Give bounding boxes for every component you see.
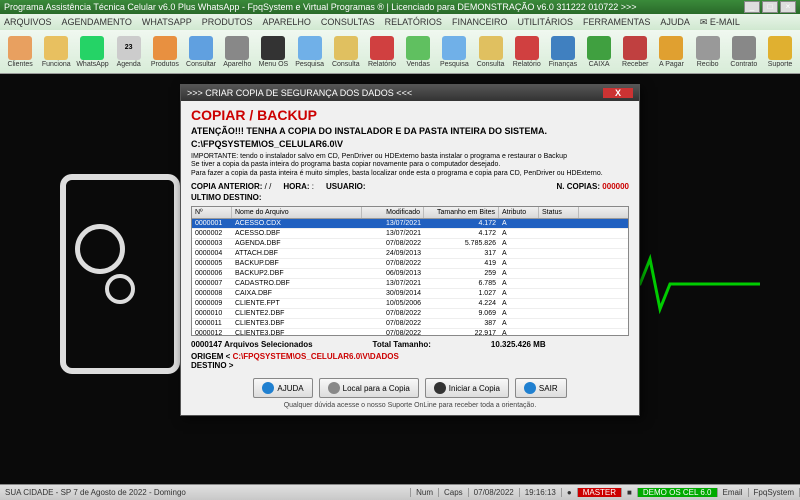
toolbar-button[interactable]: Funciona: [38, 36, 74, 68]
column-header[interactable]: Atributo: [499, 207, 539, 218]
column-header[interactable]: Modificado: [362, 207, 424, 218]
total-size: 10.325.426 MB: [491, 340, 546, 349]
toolbar-button[interactable]: CAIXA: [581, 36, 617, 68]
table-row[interactable]: 0000002ACESSO.DBF13/07/20214.172A: [192, 229, 628, 239]
toolbar-button[interactable]: A Pagar: [653, 36, 689, 68]
bg-gear-icon: [105, 274, 135, 304]
files-table[interactable]: NºNome do ArquivoModificadoTamanho em Bi…: [191, 206, 629, 336]
menu-item[interactable]: WHATSAPP: [142, 17, 192, 27]
toolbar-button[interactable]: 23Agenda: [111, 36, 147, 68]
status-time: 19:16:13: [520, 488, 562, 497]
table-row[interactable]: 0000004ATTACH.DBF24/09/2013317A: [192, 249, 628, 259]
column-header[interactable]: Nº: [192, 207, 232, 218]
table-row[interactable]: 0000006BACKUP2.DBF06/09/2013259A: [192, 269, 628, 279]
column-header[interactable]: Nome do Arquivo: [232, 207, 362, 218]
dialog-header: COPIAR / BACKUP: [191, 107, 629, 123]
copies-count: 000000: [602, 182, 629, 191]
status-demo: DEMO OS CEL 6.0: [638, 488, 718, 497]
table-row[interactable]: 0000011CLIENTE3.DBF07/08/2022387A: [192, 319, 628, 329]
toolbar-button[interactable]: Recibo: [690, 36, 726, 68]
warning-text: ATENÇÃO!!! TENHA A COPIA DO INSTALADOR E…: [191, 126, 629, 136]
workspace: >>> CRIAR COPIA DE SEGURANÇA DOS DADOS <…: [0, 74, 800, 484]
menu-item[interactable]: RELATÓRIOS: [385, 17, 442, 27]
menu-item[interactable]: FINANCEIRO: [452, 17, 508, 27]
toolbar-button[interactable]: Produtos: [147, 36, 183, 68]
table-row[interactable]: 0000007CADASTRO.DBF13/07/20216.785A: [192, 279, 628, 289]
toolbar-button[interactable]: Consulta: [472, 36, 508, 68]
table-row[interactable]: 0000010CLIENTE2.DBF07/08/20229.069A: [192, 309, 628, 319]
menu-item[interactable]: ARQUIVOS: [4, 17, 52, 27]
status-date: 07/08/2022: [469, 488, 520, 497]
column-header[interactable]: Tamanho em Bites: [424, 207, 499, 218]
info-text: IMPORTANTE: tendo o instalador salvo em …: [191, 153, 629, 178]
menu-item[interactable]: AJUDA: [660, 17, 690, 27]
status-indicator: ●: [562, 488, 578, 497]
origin-path: C:\FPQSYSTEM\OS_CELULAR6.0\V\DADOS: [233, 352, 399, 361]
status-num: Num: [411, 488, 439, 497]
toolbar-button[interactable]: Aparelho: [219, 36, 255, 68]
toolbar-button[interactable]: Receber: [617, 36, 653, 68]
toolbar-button[interactable]: Suporte: [762, 36, 798, 68]
table-row[interactable]: 0000008CAIXA.DBF30/09/20141.027A: [192, 289, 628, 299]
toolbar-button[interactable]: Finanças: [545, 36, 581, 68]
toolbar-button[interactable]: WhatsApp: [74, 36, 110, 68]
toolbar-button[interactable]: Consulta: [328, 36, 364, 68]
status-email[interactable]: Email: [718, 488, 749, 497]
table-row[interactable]: 0000003AGENDA.DBF07/08/20225.785.826A: [192, 239, 628, 249]
toolbar-button[interactable]: Consultar: [183, 36, 219, 68]
table-row[interactable]: 0000009CLIENTE.FPT10/05/20064.224A: [192, 299, 628, 309]
dialog-close-button[interactable]: X: [603, 88, 633, 98]
toolbar-button[interactable]: Pesquisa: [436, 36, 472, 68]
menu-email[interactable]: ✉ E-MAIL: [700, 17, 740, 28]
status-location: SUA CIDADE - SP 7 de Agosto de 2022 - Do…: [0, 488, 411, 497]
help-button[interactable]: AJUDA: [253, 378, 312, 398]
status-caps: Caps: [439, 488, 469, 497]
bg-gear-icon: [75, 224, 125, 274]
system-path: C:\FPQSYSTEM\OS_CELULAR6.0\V: [191, 139, 629, 149]
toolbar-button[interactable]: Pesquisa: [292, 36, 328, 68]
close-button[interactable]: ×: [780, 1, 796, 13]
files-count: 0000147 Arquivos Selecionados: [191, 340, 313, 349]
start-copy-button[interactable]: Iniciar a Copia: [425, 378, 509, 398]
dialog-footer: Qualquer dúvida acesse o nosso Suporte O…: [191, 402, 629, 409]
toolbar-button[interactable]: Relatório: [509, 36, 545, 68]
dialog-title: >>> CRIAR COPIA DE SEGURANÇA DOS DADOS <…: [187, 88, 412, 98]
main-toolbar: ClientesFuncionaWhatsApp23AgendaProdutos…: [0, 30, 800, 74]
menu-item[interactable]: CONSULTAS: [321, 17, 375, 27]
menu-item[interactable]: FERRAMENTAS: [583, 17, 650, 27]
window-controls: _ □ ×: [744, 1, 796, 13]
table-row[interactable]: 0000012CLIENTE3.DBF07/08/202222.917A: [192, 329, 628, 336]
maximize-button[interactable]: □: [762, 1, 778, 13]
menu-bar: ARQUIVOS AGENDAMENTO WHATSAPP PRODUTOS APARE…: [0, 14, 800, 30]
menu-item[interactable]: AGENDAMENTO: [62, 17, 132, 27]
toolbar-button[interactable]: Contrato: [726, 36, 762, 68]
location-button[interactable]: Local para a Copia: [319, 378, 419, 398]
column-header[interactable]: Status: [539, 207, 579, 218]
table-row[interactable]: 0000001ACESSO.CDX13/07/20214.172A: [192, 219, 628, 229]
app-title: Programa Assistência Técnica Celular v6.…: [4, 2, 637, 12]
status-fpq[interactable]: FpqSystem: [749, 488, 800, 497]
toolbar-button[interactable]: Menu OS: [255, 36, 291, 68]
menu-item[interactable]: UTILITÁRIOS: [517, 17, 573, 27]
toolbar-button[interactable]: Clientes: [2, 36, 38, 68]
backup-dialog: >>> CRIAR COPIA DE SEGURANÇA DOS DADOS <…: [180, 84, 640, 416]
status-bar: SUA CIDADE - SP 7 de Agosto de 2022 - Do…: [0, 484, 800, 500]
menu-item[interactable]: PRODUTOS: [202, 17, 253, 27]
minimize-button[interactable]: _: [744, 1, 760, 13]
status-master: MASTER: [578, 488, 622, 497]
table-row[interactable]: 0000005BACKUP.DBF07/08/2022419A: [192, 259, 628, 269]
menu-item[interactable]: APARELHO: [263, 17, 311, 27]
exit-button[interactable]: SAIR: [515, 378, 567, 398]
toolbar-button[interactable]: Relatório: [364, 36, 400, 68]
toolbar-button[interactable]: Vendas: [400, 36, 436, 68]
